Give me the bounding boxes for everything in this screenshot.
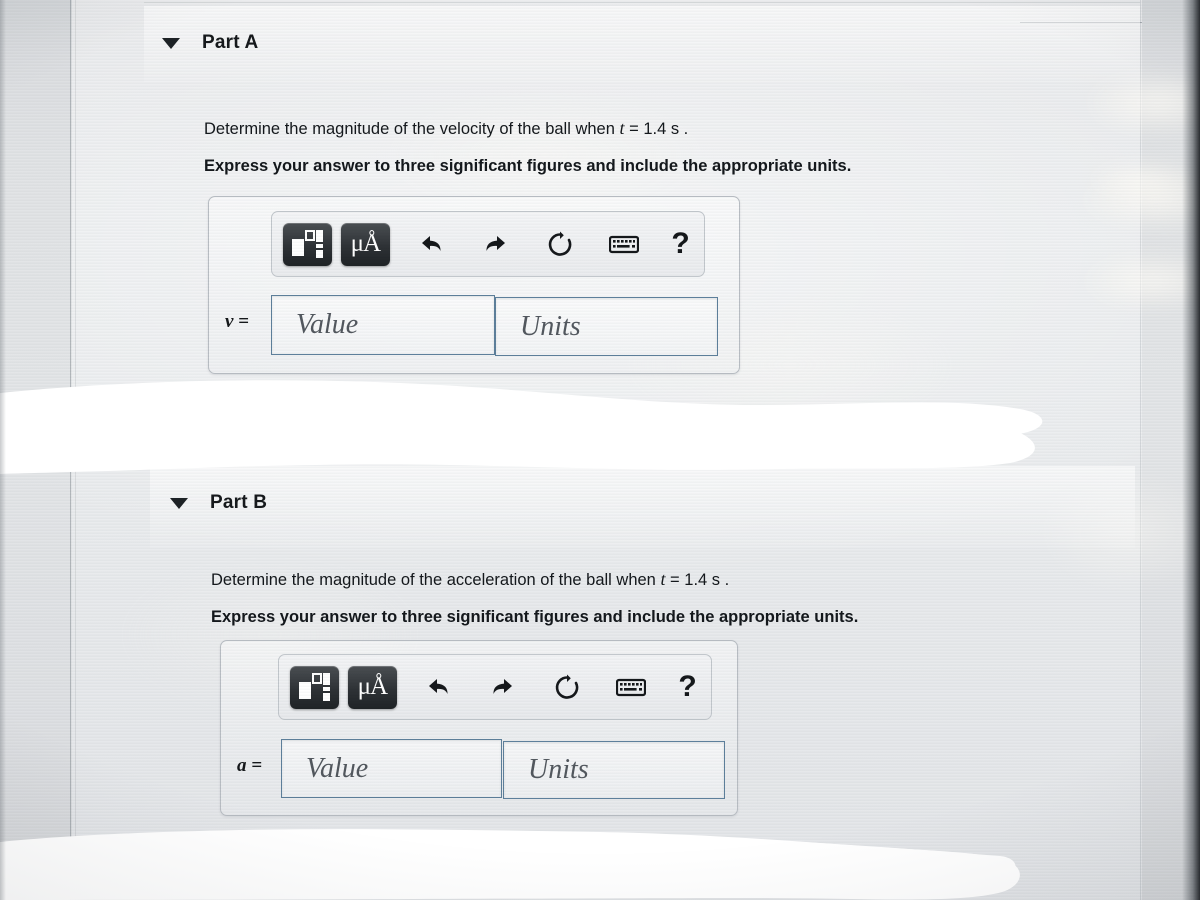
math-template-icon[interactable]	[290, 665, 339, 709]
keyboard-icon[interactable]	[598, 223, 649, 266]
part-a-units-input[interactable]: Units	[495, 297, 718, 356]
part-b-units-input[interactable]: Units	[503, 741, 725, 799]
redo-icon[interactable]	[471, 223, 522, 266]
reset-icon[interactable]	[535, 223, 586, 266]
part-b-question-prefix: Determine the magnitude of the accelerat…	[211, 571, 661, 589]
part-a-variable-label: v =	[225, 311, 250, 332]
part-a-question-prefix: Determine the magnitude of the velocity …	[204, 120, 620, 138]
part-a-units-placeholder: Units	[520, 310, 581, 342]
undo-icon[interactable]	[406, 223, 457, 266]
photographed-screen: Part A Determine the magnitude of the ve…	[0, 0, 1200, 900]
undo-icon[interactable]	[413, 666, 464, 709]
part-b-question-value: = 1.4 s .	[665, 571, 730, 589]
triangle-down-icon[interactable]	[170, 497, 188, 509]
units-button-label: μÅ	[350, 230, 381, 257]
part-a-question-value: = 1.4 s .	[624, 120, 689, 138]
part-b-toolbar: μÅ ?	[278, 654, 712, 720]
math-template-icon[interactable]	[283, 222, 332, 266]
part-b-question: Determine the magnitude of the accelerat…	[211, 569, 729, 590]
part-a-title: Part A	[202, 32, 259, 53]
part-a-value-placeholder: Value	[296, 309, 359, 340]
part-b-title: Part B	[210, 492, 268, 513]
reset-icon[interactable]	[542, 666, 593, 709]
assignment-content: Part A Determine the magnitude of the ve…	[0, 0, 1200, 900]
redo-icon[interactable]	[478, 666, 529, 709]
units-micro-angstrom-icon[interactable]: μÅ	[347, 665, 397, 709]
units-micro-angstrom-icon[interactable]: μÅ	[340, 222, 390, 266]
units-button-label: μÅ	[357, 673, 388, 700]
part-b-instruction: Express your answer to three significant…	[211, 608, 859, 626]
part-a-header[interactable]: Part A	[162, 32, 258, 54]
part-a-instruction: Express your answer to three significant…	[204, 157, 852, 175]
part-b-answer-box: μÅ ? a = Value Units	[220, 640, 738, 816]
help-icon-label: ?	[671, 227, 690, 260]
help-icon[interactable]: ?	[657, 223, 704, 266]
part-a-question: Determine the magnitude of the velocity …	[204, 118, 688, 139]
keyboard-icon[interactable]	[605, 666, 656, 709]
part-b-header[interactable]: Part B	[170, 492, 267, 514]
part-b-units-placeholder: Units	[528, 754, 589, 785]
help-icon[interactable]: ?	[664, 666, 711, 709]
part-b-value-placeholder: Value	[306, 752, 369, 784]
part-a-header-band	[144, 6, 1140, 82]
part-a-answer-box: μÅ ? v = Value Units	[208, 196, 740, 374]
part-a-value-input[interactable]: Value	[271, 295, 495, 355]
screen-edge-right	[1182, 0, 1200, 900]
part-b-variable-label: a =	[237, 755, 263, 776]
part-a-toolbar: μÅ ?	[271, 211, 705, 277]
part-b-header-band	[150, 466, 1135, 548]
screen-edge-left	[0, 0, 6, 900]
help-icon-label: ?	[678, 670, 697, 703]
part-b-value-input[interactable]: Value	[281, 739, 502, 798]
triangle-down-icon[interactable]	[162, 37, 180, 49]
